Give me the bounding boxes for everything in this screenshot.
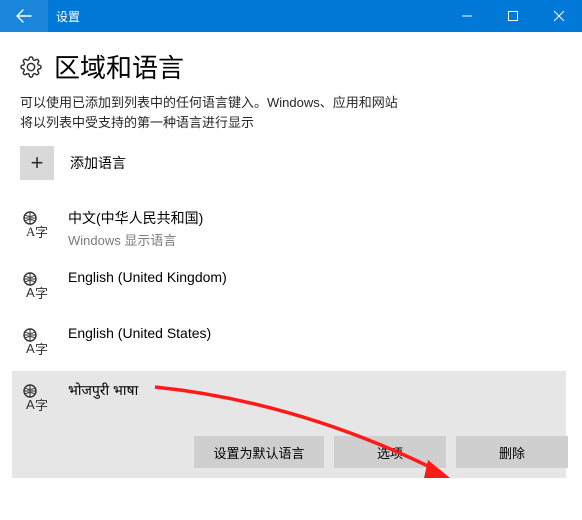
language-name: English (United States) [68,325,211,341]
language-item[interactable]: A 字 中文(中华人民共和国) Windows 显示语言 [20,198,562,259]
set-default-button[interactable]: 设置为默认语言 [194,436,324,468]
svg-text:字: 字 [35,286,48,301]
maximize-icon [508,11,518,21]
titlebar: 设置 [0,0,582,32]
svg-text:A: A [26,285,35,300]
add-language-label: 添加语言 [70,153,126,173]
minimize-button[interactable] [444,0,490,32]
page-header: 区域和语言 [20,48,562,85]
svg-text:字: 字 [35,342,48,357]
language-name: 中文(中华人民共和国) [68,208,203,228]
add-language-button[interactable]: + [20,146,54,180]
language-icon: A 字 [20,210,50,240]
language-item-selected[interactable]: A 字 भोजपुरी भाषा 设置为默认语言 选项 删除 [12,371,566,478]
options-button[interactable]: 选项 [334,436,446,468]
svg-text:字: 字 [35,225,48,240]
back-arrow-icon [16,8,32,24]
minimize-icon [462,11,472,21]
svg-text:A: A [26,341,35,356]
language-item[interactable]: A 字 English (United States) [20,315,562,371]
maximize-button[interactable] [490,0,536,32]
gear-icon [20,56,42,78]
window-controls [444,0,582,32]
language-icon: A 字 [20,327,50,357]
language-item[interactable]: A 字 English (United Kingdom) [20,259,562,315]
language-actions: 设置为默认语言 选项 删除 [194,436,568,468]
remove-button[interactable]: 删除 [456,436,568,468]
language-icon: A 字 [20,271,50,301]
language-icon: A 字 [20,383,50,413]
page-title: 区域和语言 [54,48,184,85]
language-list: A 字 中文(中华人民共和国) Windows 显示语言 A 字 English… [20,198,562,478]
content-area: 区域和语言 可以使用已添加到列表中的任何语言键入。Windows、应用和网站 将… [0,32,582,520]
close-button[interactable] [536,0,582,32]
add-language-row[interactable]: + 添加语言 [20,146,562,180]
language-name: English (United Kingdom) [68,269,227,285]
page-description: 可以使用已添加到列表中的任何语言键入。Windows、应用和网站 将以列表中受支… [20,93,562,132]
svg-text:字: 字 [35,398,48,413]
language-name: भोजपुरी भाषा [68,381,568,400]
close-icon [554,11,564,21]
language-subtitle: Windows 显示语言 [68,230,203,249]
window-title: 设置 [56,8,444,25]
svg-text:A: A [26,397,35,412]
back-button[interactable] [0,0,48,32]
